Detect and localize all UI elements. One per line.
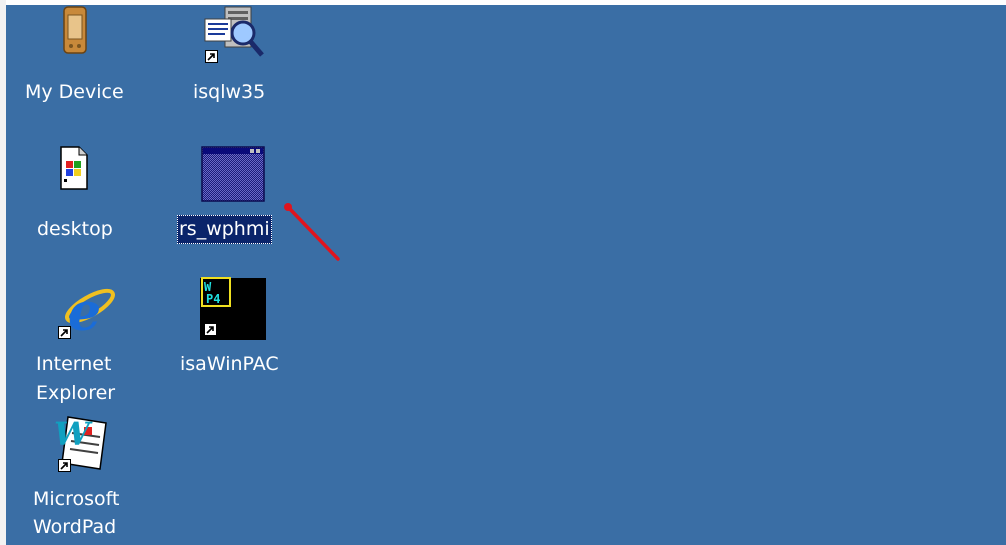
- shortcut-arrow-icon: [205, 50, 218, 63]
- desktop-icon-label[interactable]: isaWinPAC: [180, 350, 279, 379]
- shortcut-arrow-icon: [204, 323, 217, 336]
- desktop-icon-label-selected[interactable]: rs_wphmi: [177, 215, 272, 244]
- windows-document-icon: [60, 146, 88, 190]
- pda-device-icon: [63, 6, 87, 54]
- desktop-icon-internet-explorer[interactable]: e: [52, 280, 126, 350]
- svg-text:e: e: [68, 282, 101, 343]
- desktop-icon-label[interactable]: isqlw35: [193, 78, 265, 107]
- svg-text:W: W: [54, 415, 93, 453]
- application-window-icon: [201, 146, 265, 202]
- red-arrow-annotation: [284, 203, 340, 261]
- label-line: Internet: [36, 353, 112, 375]
- desktop-icon-rs-wphmi[interactable]: [198, 145, 272, 215]
- svg-text:P4: P4: [206, 292, 220, 306]
- shortcut-arrow-icon: [58, 326, 71, 339]
- desktop-icon-label-multiline[interactable]: Microsoft WordPad: [33, 485, 119, 541]
- desktop-icon-isqlw35[interactable]: [199, 5, 273, 75]
- label-line: Microsoft: [33, 488, 120, 510]
- shortcut-arrow-icon: [58, 459, 71, 472]
- desktop-icon-label[interactable]: My Device: [25, 78, 124, 107]
- desktop-icon-isawinpac[interactable]: W P4: [198, 277, 272, 347]
- desktop-area[interactable]: My Device isqlw35 desktop rs_wphmi e Int…: [6, 5, 1006, 545]
- desktop-icon-desktop[interactable]: [51, 145, 125, 215]
- desktop-icon-my-device[interactable]: [52, 5, 126, 75]
- desktop-icon-label-multiline[interactable]: Internet Explorer: [36, 350, 115, 408]
- label-line: Explorer: [36, 382, 116, 404]
- desktop-icon-label[interactable]: desktop: [37, 215, 113, 244]
- label-line: WordPad: [33, 516, 117, 538]
- desktop-icon-wordpad[interactable]: W: [50, 413, 124, 483]
